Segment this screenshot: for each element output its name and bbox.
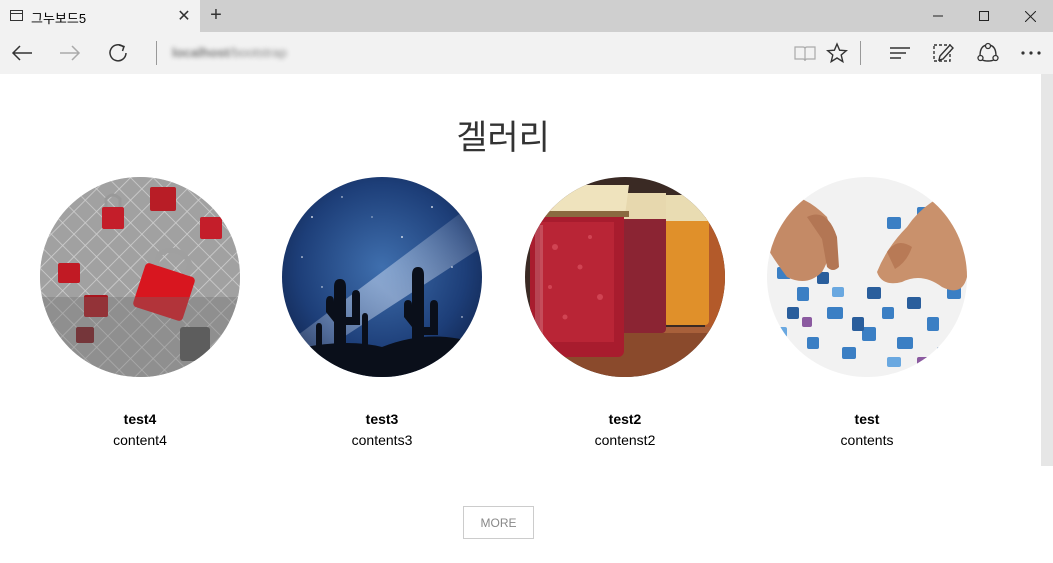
more-actions-icon[interactable] xyxy=(1015,38,1047,68)
gallery-item[interactable]: test contents xyxy=(767,177,967,448)
gallery-item-title[interactable]: test2 xyxy=(525,411,725,427)
page-icon xyxy=(10,10,23,21)
browser-toolbar: localhost/bootstrap xyxy=(0,32,1053,74)
scrollbar[interactable] xyxy=(1041,74,1053,466)
gallery-item-content: contents xyxy=(840,432,894,448)
gallery-item-content: content4 xyxy=(113,432,167,448)
gallery-item[interactable]: test2 contenst2 xyxy=(525,177,725,448)
gallery-thumbnail-jam-jars[interactable] xyxy=(525,177,725,377)
browser-tab[interactable]: 그누보드5 ✕ xyxy=(0,0,200,32)
title-bar: 그누보드5 ✕ + xyxy=(0,0,1053,32)
page-title: 겔러리 xyxy=(456,119,550,157)
back-icon[interactable] xyxy=(6,38,38,68)
gallery-item-title[interactable]: test xyxy=(767,411,967,427)
gallery-item[interactable]: test3 contents3 xyxy=(282,177,482,448)
minimize-button[interactable] xyxy=(915,0,961,32)
gallery-thumbnail-night-sky[interactable] xyxy=(282,177,482,377)
new-tab-icon[interactable]: + xyxy=(206,4,226,27)
web-note-icon[interactable] xyxy=(927,38,959,68)
favorite-star-icon[interactable] xyxy=(821,38,853,68)
address-bar[interactable]: localhost/bootstrap xyxy=(172,45,287,60)
hub-icon[interactable] xyxy=(884,38,916,68)
gallery-thumbnail-padlocks[interactable] xyxy=(40,177,240,377)
toolbar-divider xyxy=(156,41,157,65)
more-button[interactable]: MORE xyxy=(463,506,534,539)
page-content: 겔러리 test4 content4 test3 contents3 test2… xyxy=(0,74,1041,563)
share-icon[interactable] xyxy=(972,38,1004,68)
tab-title: 그누보드5 xyxy=(31,11,87,26)
reading-view-icon[interactable] xyxy=(789,38,821,68)
refresh-icon[interactable] xyxy=(102,38,134,68)
gallery-thumbnail-puzzle[interactable] xyxy=(767,177,967,377)
maximize-button[interactable] xyxy=(961,0,1007,32)
gallery-item-title[interactable]: test3 xyxy=(282,411,482,427)
toolbar-divider-2 xyxy=(860,41,861,65)
close-window-button[interactable] xyxy=(1007,0,1053,32)
gallery-item-title[interactable]: test4 xyxy=(40,411,240,427)
url-host: localhost xyxy=(172,45,230,60)
gallery-item[interactable]: test4 content4 xyxy=(40,177,240,448)
gallery-item-content: contents3 xyxy=(351,432,413,448)
close-tab-icon[interactable]: ✕ xyxy=(175,6,193,26)
forward-icon[interactable] xyxy=(54,38,86,68)
gallery-item-content: contenst2 xyxy=(594,432,656,448)
url-path: /bootstrap xyxy=(229,45,287,60)
